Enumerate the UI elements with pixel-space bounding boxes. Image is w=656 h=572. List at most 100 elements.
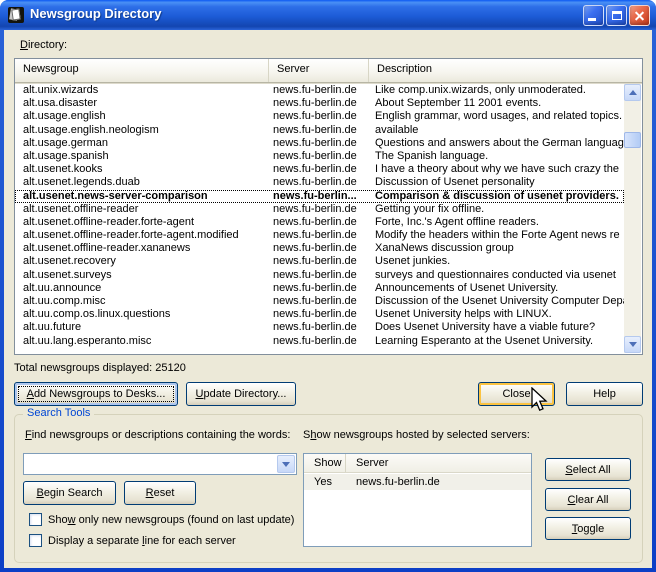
column-header-server[interactable]: Server bbox=[269, 59, 369, 82]
cell-server: news.fu-berlin.de bbox=[346, 474, 531, 490]
column-header-server[interactable]: Server bbox=[346, 454, 531, 472]
chevron-down-icon bbox=[282, 462, 290, 467]
find-words-label: Find newsgroups or descriptions containi… bbox=[25, 429, 290, 441]
window-title: Newsgroup Directory bbox=[30, 6, 161, 21]
scrollbar-thumb[interactable] bbox=[624, 132, 641, 148]
cell-newsgroup: alt.uu.announce bbox=[15, 282, 269, 295]
newsgroup-app-icon[interactable] bbox=[8, 7, 24, 23]
maximize-icon bbox=[612, 11, 622, 20]
cell-server: news.fu-berlin.de bbox=[269, 282, 369, 295]
directory-label: Directory: bbox=[20, 39, 67, 51]
separate-line-label: Display a separate line for each server bbox=[48, 535, 236, 547]
server-row[interactable]: Yes news.fu-berlin.de bbox=[304, 474, 531, 490]
minimize-button[interactable] bbox=[583, 5, 604, 26]
table-row[interactable]: alt.usage.english news.fu-berlin.de Engl… bbox=[15, 110, 624, 123]
table-row[interactable]: alt.usenet.kooks news.fu-berlin.de I hav… bbox=[15, 163, 624, 176]
cell-server: news.fu-berlin.de bbox=[269, 203, 369, 216]
table-row[interactable]: alt.usenet.surveys news.fu-berlin.de sur… bbox=[15, 269, 624, 282]
search-words-input[interactable] bbox=[24, 454, 276, 474]
cell-description: Learning Esperanto at the Usenet Univers… bbox=[369, 335, 624, 348]
search-words-combobox bbox=[23, 453, 297, 475]
cell-server: news.fu-berlin.de bbox=[269, 335, 369, 348]
help-button[interactable]: Help bbox=[566, 382, 643, 406]
checkbox-box-icon bbox=[29, 534, 42, 547]
cell-newsgroup: alt.usenet.news-server-comparison bbox=[15, 190, 269, 203]
hosted-servers-label: Show newsgroups hosted by selected serve… bbox=[303, 429, 530, 441]
cell-description: Questions and answers about the German l… bbox=[369, 137, 624, 150]
table-row[interactable]: alt.uu.lang.esperanto.misc news.fu-berli… bbox=[15, 335, 624, 348]
cell-server: news.fu-berlin.de bbox=[269, 308, 369, 321]
cell-description: XanaNews discussion group bbox=[369, 242, 624, 255]
vertical-scrollbar[interactable] bbox=[624, 84, 641, 353]
cell-server: news.fu-berlin.de bbox=[269, 97, 369, 110]
table-row[interactable]: alt.uu.comp.misc news.fu-berlin.de Discu… bbox=[15, 295, 624, 308]
table-row[interactable]: alt.usage.german news.fu-berlin.de Quest… bbox=[15, 137, 624, 150]
cell-server: news.fu-berlin.de bbox=[269, 163, 369, 176]
cell-description: Getting your fix offline. bbox=[369, 203, 624, 216]
table-header-row: Newsgroup Server Description bbox=[15, 59, 642, 83]
column-header-newsgroup[interactable]: Newsgroup bbox=[15, 59, 269, 82]
table-row[interactable]: alt.uu.future news.fu-berlin.de Does Use… bbox=[15, 321, 624, 334]
cell-newsgroup: alt.usage.english bbox=[15, 110, 269, 123]
cell-newsgroup: alt.usenet.surveys bbox=[15, 269, 269, 282]
column-header-description[interactable]: Description bbox=[369, 59, 642, 82]
cell-newsgroup: alt.uu.comp.os.linux.questions bbox=[15, 308, 269, 321]
cell-newsgroup: alt.usenet.offline-reader.forte-agent bbox=[15, 216, 269, 229]
table-row[interactable]: alt.uu.comp.os.linux.questions news.fu-b… bbox=[15, 308, 624, 321]
clear-all-button[interactable]: Clear All bbox=[545, 488, 631, 511]
arrow-down-icon bbox=[629, 342, 637, 347]
cell-show: Yes bbox=[304, 474, 346, 490]
separate-line-checkbox[interactable]: Display a separate line for each server bbox=[29, 534, 236, 547]
cell-description: The Spanish language. bbox=[369, 150, 624, 163]
table-row[interactable]: alt.usenet.offline-reader.forte-agent ne… bbox=[15, 216, 624, 229]
table-row[interactable]: alt.usenet.legends.duab news.fu-berlin.d… bbox=[15, 176, 624, 189]
maximize-button[interactable] bbox=[606, 5, 627, 26]
cell-description: I have a theory about why we have such c… bbox=[369, 163, 624, 176]
table-row[interactable]: alt.usenet.news-server-comparison news.f… bbox=[15, 190, 624, 203]
checkbox-box-icon bbox=[29, 513, 42, 526]
cell-server: news.fu-berlin.de bbox=[269, 269, 369, 282]
table-row[interactable]: alt.unix.wizards news.fu-berlin.de Like … bbox=[15, 84, 624, 97]
add-newsgroups-button[interactable]: Add Newsgroups to Desks... bbox=[14, 382, 178, 406]
table-row[interactable]: alt.usenet.offline-reader news.fu-berlin… bbox=[15, 203, 624, 216]
cell-newsgroup: alt.usenet.recovery bbox=[15, 255, 269, 268]
cell-description: About September 11 2001 events. bbox=[369, 97, 624, 110]
cell-server: news.fu-berlin.de bbox=[269, 150, 369, 163]
table-row[interactable]: alt.usage.spanish news.fu-berlin.de The … bbox=[15, 150, 624, 163]
title-bar[interactable]: Newsgroup Directory bbox=[0, 0, 656, 30]
minimize-icon bbox=[588, 18, 596, 21]
cell-server: news.fu-berlin.de bbox=[269, 321, 369, 334]
table-row[interactable]: alt.uu.announce news.fu-berlin.de Announ… bbox=[15, 282, 624, 295]
reset-button[interactable]: Reset bbox=[124, 481, 196, 505]
cell-server: news.fu-berlin.de bbox=[269, 124, 369, 137]
select-all-button[interactable]: Select All bbox=[545, 458, 631, 481]
cell-description: Comparison & discussion of usenet provid… bbox=[369, 190, 624, 203]
cell-server: news.fu-berlin.de bbox=[269, 137, 369, 150]
combo-dropdown-button[interactable] bbox=[277, 455, 295, 473]
cell-description: Announcements of Usenet University. bbox=[369, 282, 624, 295]
table-row[interactable]: alt.usage.english.neologism news.fu-berl… bbox=[15, 124, 624, 137]
cell-server: news.fu-berlin.de bbox=[269, 176, 369, 189]
cell-description: Discussion of the Usenet University Comp… bbox=[369, 295, 624, 308]
dialog-window: Newsgroup Directory Directory: Newsgroup… bbox=[0, 0, 656, 572]
update-directory-button[interactable]: Update Directory... bbox=[186, 382, 296, 406]
cell-newsgroup: alt.usa.disaster bbox=[15, 97, 269, 110]
table-row[interactable]: alt.usenet.recovery news.fu-berlin.de Us… bbox=[15, 255, 624, 268]
show-only-new-checkbox[interactable]: Show only new newsgroups (found on last … bbox=[29, 513, 294, 526]
cell-newsgroup: alt.uu.comp.misc bbox=[15, 295, 269, 308]
cell-newsgroup: alt.uu.lang.esperanto.misc bbox=[15, 335, 269, 348]
column-header-show[interactable]: Show bbox=[304, 454, 346, 472]
scroll-down-button[interactable] bbox=[624, 336, 641, 353]
toggle-button[interactable]: Toggle bbox=[545, 517, 631, 540]
close-button[interactable]: Close bbox=[478, 382, 555, 406]
cell-newsgroup: alt.uu.future bbox=[15, 321, 269, 334]
cell-newsgroup: alt.usenet.kooks bbox=[15, 163, 269, 176]
scroll-up-button[interactable] bbox=[624, 84, 641, 101]
table-row[interactable]: alt.usenet.offline-reader.forte-agent.mo… bbox=[15, 229, 624, 242]
cell-newsgroup: alt.usenet.offline-reader.xananews bbox=[15, 242, 269, 255]
cell-server: news.fu-berlin.de bbox=[269, 110, 369, 123]
table-row[interactable]: alt.usa.disaster news.fu-berlin.de About… bbox=[15, 97, 624, 110]
close-window-button[interactable] bbox=[629, 5, 650, 26]
begin-search-button[interactable]: Begin Search bbox=[23, 481, 116, 505]
table-row[interactable]: alt.usenet.offline-reader.xananews news.… bbox=[15, 242, 624, 255]
